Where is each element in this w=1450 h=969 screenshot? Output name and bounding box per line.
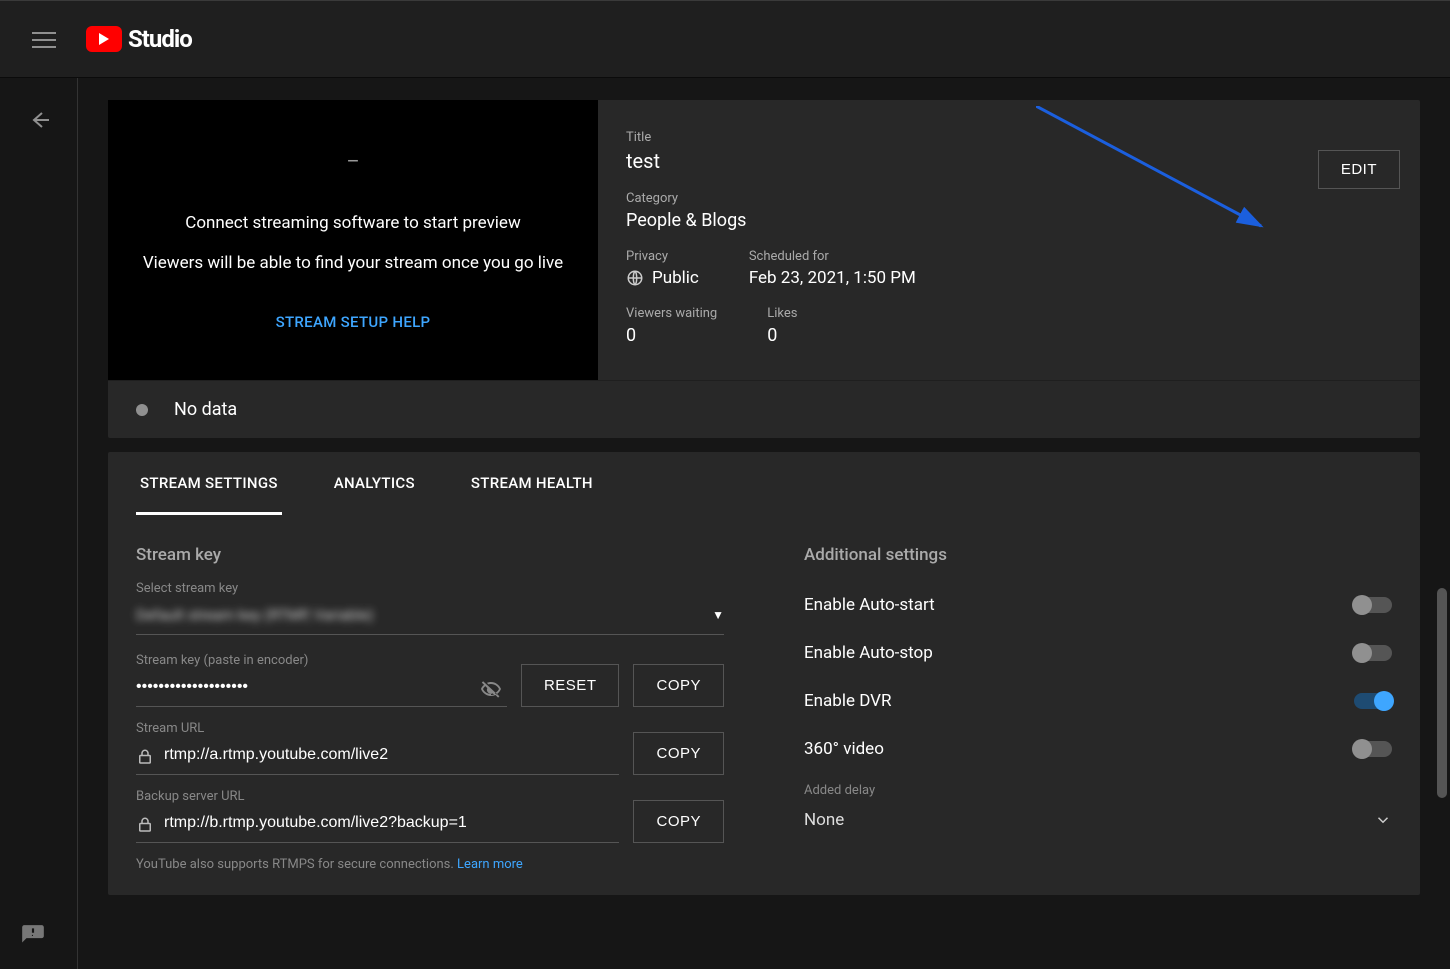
stream-hero-card: – Connect streaming software to start pr… <box>108 100 1420 438</box>
privacy-value: Public <box>626 268 699 288</box>
stream-key-section: Stream key Select stream key Default str… <box>136 545 724 855</box>
hamburger-menu-icon[interactable] <box>32 27 56 51</box>
category-label: Category <box>626 191 1420 206</box>
title-value: test <box>626 149 1420 173</box>
dvr-label: Enable DVR <box>804 691 891 711</box>
viewers-label: Viewers waiting <box>626 306 717 321</box>
copy-stream-url-button[interactable]: COPY <box>633 732 724 775</box>
globe-icon <box>626 269 644 287</box>
auto-stop-toggle[interactable] <box>1354 645 1392 661</box>
stream-meta: EDIT Title test Category People & Blogs … <box>626 100 1420 380</box>
privacy-label: Privacy <box>626 249 699 264</box>
auto-start-toggle[interactable] <box>1354 597 1392 613</box>
added-delay-label: Added delay <box>804 783 1392 798</box>
preview-line2: Viewers will be able to find your stream… <box>143 253 563 273</box>
video360-label: 360° video <box>804 739 884 759</box>
auto-stop-label: Enable Auto-stop <box>804 643 933 663</box>
chevron-down-icon: ▼ <box>712 608 724 622</box>
lock-icon <box>136 816 154 834</box>
visibility-off-icon[interactable] <box>479 676 503 700</box>
select-stream-key-value: Default stream key (RTMP, Variable) <box>136 606 374 624</box>
additional-settings-title: Additional settings <box>804 545 1392 565</box>
added-delay-value: None <box>804 810 844 830</box>
select-stream-key-dropdown[interactable]: Default stream key (RTMP, Variable) ▼ <box>136 600 724 635</box>
tab-stream-health[interactable]: STREAM HEALTH <box>467 452 597 514</box>
tab-stream-settings[interactable]: STREAM SETTINGS <box>136 452 282 514</box>
scrollbar[interactable] <box>1437 588 1447 798</box>
studio-logo[interactable]: Studio <box>86 25 192 53</box>
additional-settings-section: Additional settings Enable Auto-start En… <box>804 545 1392 855</box>
left-rail <box>0 78 78 969</box>
stream-setup-help-link[interactable]: STREAM SETUP HELP <box>276 313 431 331</box>
status-dot-icon <box>136 404 148 416</box>
back-arrow-icon[interactable] <box>27 108 51 132</box>
topbar: Studio <box>0 0 1450 78</box>
backup-url-input[interactable] <box>136 808 619 834</box>
viewers-value: 0 <box>626 325 717 346</box>
video360-toggle[interactable] <box>1354 741 1392 757</box>
auto-start-label: Enable Auto-start <box>804 595 935 615</box>
dvr-toggle[interactable] <box>1354 693 1392 709</box>
title-label: Title <box>626 130 1420 145</box>
preview-line1: Connect streaming software to start prev… <box>185 213 520 233</box>
backup-url-label: Backup server URL <box>136 789 619 804</box>
chevron-down-icon <box>1374 811 1392 829</box>
added-delay-dropdown[interactable]: None <box>804 802 1392 830</box>
stream-key-input[interactable] <box>136 672 507 698</box>
stream-url-input-wrap: Stream URL <box>136 721 619 775</box>
status-bar: No data <box>108 380 1420 438</box>
tab-analytics[interactable]: ANALYTICS <box>330 452 419 514</box>
stream-key-input-wrap: Stream key (paste in encoder) <box>136 653 507 707</box>
settings-card: STREAM SETTINGS ANALYTICS STREAM HEALTH … <box>108 452 1420 895</box>
stream-url-label: Stream URL <box>136 721 619 736</box>
likes-label: Likes <box>767 306 797 321</box>
tabs: STREAM SETTINGS ANALYTICS STREAM HEALTH <box>108 452 1420 515</box>
lock-icon <box>136 748 154 766</box>
copy-stream-key-button[interactable]: COPY <box>633 664 724 707</box>
brand-name: Studio <box>128 25 192 53</box>
category-value: People & Blogs <box>626 210 1420 231</box>
stream-url-input[interactable] <box>136 740 619 766</box>
preview-dash: – <box>346 149 359 173</box>
copy-backup-url-button[interactable]: COPY <box>633 800 724 843</box>
likes-value: 0 <box>767 325 797 346</box>
stream-key-title: Stream key <box>136 545 724 565</box>
scheduled-value: Feb 23, 2021, 1:50 PM <box>749 268 916 288</box>
preview-placeholder: – Connect streaming software to start pr… <box>108 100 598 380</box>
status-text: No data <box>174 399 237 420</box>
rtmps-footnote: YouTube also supports RTMPS for secure c… <box>136 857 724 872</box>
edit-button[interactable]: EDIT <box>1318 150 1400 189</box>
learn-more-link[interactable]: Learn more <box>457 857 523 872</box>
reset-stream-key-button[interactable]: RESET <box>521 664 620 707</box>
backup-url-input-wrap: Backup server URL <box>136 789 619 843</box>
youtube-play-icon <box>86 26 122 52</box>
main-content: – Connect streaming software to start pr… <box>78 78 1450 969</box>
stream-key-field-label: Stream key (paste in encoder) <box>136 653 507 668</box>
scheduled-label: Scheduled for <box>749 249 916 264</box>
feedback-icon[interactable] <box>20 923 46 949</box>
select-stream-key-label: Select stream key <box>136 581 724 596</box>
